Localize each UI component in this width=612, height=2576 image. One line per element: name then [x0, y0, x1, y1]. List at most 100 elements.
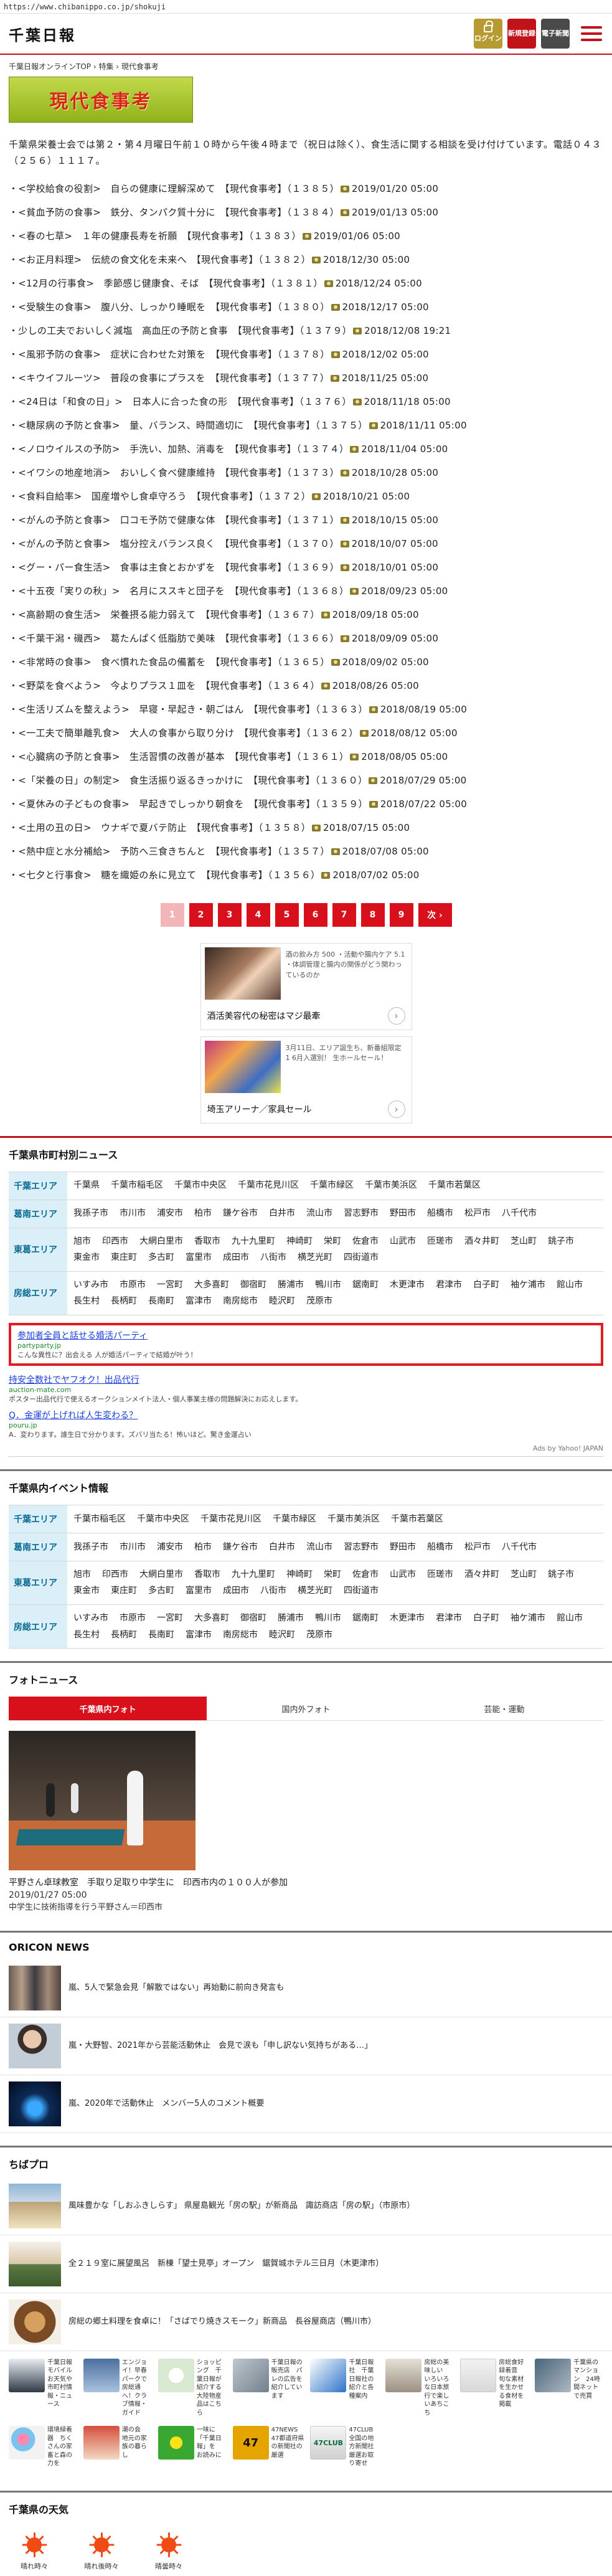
city-link[interactable]: 佐倉市 [352, 1566, 379, 1583]
city-link[interactable]: 長南町 [148, 1293, 174, 1310]
article-link[interactable]: ・<食料自給率> 国産増やし食卓守ろう 【現代食事考】（１３７２） [9, 491, 311, 502]
article-link[interactable]: ・<熱中症と水分補給> 予防へ三食きちんと 【現代食事考】（１３５７） [9, 846, 330, 857]
city-link[interactable]: 芝山町 [511, 1566, 537, 1583]
article-link[interactable]: ・<糖尿病の予防と食事> 量、バランス、時間適切に 【現代食事考】（１３７５） [9, 420, 368, 431]
city-link[interactable]: 九十九里町 [232, 1233, 275, 1250]
city-link[interactable]: 旭市 [73, 1233, 91, 1250]
city-link[interactable]: いすみ市 [73, 1610, 108, 1627]
city-link[interactable]: 大多喜町 [194, 1277, 229, 1294]
city-link[interactable]: 八千代市 [502, 1205, 537, 1222]
article-link[interactable]: ・少しの工夫でおいしく減塩 高血圧の予防と食事 【現代食事考】（１３７９） [9, 325, 352, 336]
article-item[interactable]: ・<野菜を食べよう> 今よりプラス１皿を 【現代食事考】（１３６４） 2018/0… [9, 674, 603, 698]
article-item[interactable]: ・<千葉干潟・磯西> 葛たんぱく低脂肪で美味 【現代食事考】（１３６６） 2018… [9, 627, 603, 650]
news-headline[interactable]: 風味豊かな「しおふきしらす」 県屋島観光「房の駅」が新商品 諏訪商店「房の駅」（… [68, 2200, 415, 2212]
article-item[interactable]: ・<12月の行事食> 季節感じ健康食、そば 【現代食事考】（１３８１） 2018/… [9, 272, 603, 295]
article-item[interactable]: ・<高齢期の食生活> 栄養摂る能力弱えて 【現代食事考】（１３６７） 2018/0… [9, 603, 603, 627]
service-link[interactable]: 一味に「千葉日報」を お読みに [158, 2426, 227, 2468]
city-link[interactable]: 多古町 [148, 1249, 174, 1266]
menu-icon[interactable] [580, 24, 603, 43]
article-link[interactable]: ・<一工夫で簡単離乳食> 大人の食事から取り分け 【現代食事考】（１３６２） [9, 727, 359, 739]
city-link[interactable]: 一宮町 [157, 1277, 183, 1294]
login-button[interactable]: ログイン [474, 19, 502, 49]
city-link[interactable]: 御宿町 [240, 1610, 266, 1627]
city-link[interactable]: 栄町 [324, 1566, 341, 1583]
city-link[interactable]: 千葉市稲毛区 [73, 1511, 126, 1528]
city-link[interactable]: 野田市 [390, 1539, 416, 1556]
city-link[interactable]: 九十九里町 [232, 1566, 275, 1583]
article-item[interactable]: ・<心臓病の予防と食事> 生活習慣の改善が基本 【現代食事考】（１３６１） 201… [9, 745, 603, 769]
city-link[interactable]: 銚子市 [548, 1233, 574, 1250]
city-link[interactable]: 旭市 [73, 1566, 91, 1583]
article-link[interactable]: ・<春の七草> １年の健康長寿を祈願 【現代食事考】（１３８３） [9, 230, 301, 242]
city-link[interactable]: 市川市 [120, 1539, 146, 1556]
city-link[interactable]: 野田市 [390, 1205, 416, 1222]
city-link[interactable]: 木更津市 [390, 1610, 425, 1627]
city-link[interactable]: 匝瑳市 [427, 1566, 453, 1583]
list-item[interactable]: 嵐、5人で緊急会見「解散ではない」再始動に前向き発言も [0, 1959, 612, 2017]
city-link[interactable]: 習志野市 [344, 1539, 379, 1556]
ad-card[interactable]: 酒の飲み方 500 ・活動や腸内ケア 5.1 ・体調管理と腸内の関係がどう関わっ… [200, 942, 412, 1030]
city-link[interactable]: 千葉市緑区 [273, 1511, 316, 1528]
article-link[interactable]: ・<風邪予防の食事> 症状に合わせた対策を 【現代食事考】（１３７８） [9, 349, 330, 360]
article-link[interactable]: ・<12月の行事食> 季節感じ健康食、そば 【現代食事考】（１３８１） [9, 278, 323, 289]
city-link[interactable]: 白子町 [473, 1277, 499, 1294]
news-headline[interactable]: 嵐・大野智、2021年から芸能活動休止 会見で涙も「申し訳ない気持ちがある…」 [68, 2040, 372, 2052]
city-link[interactable]: 千葉市若葉区 [391, 1511, 443, 1528]
city-link[interactable]: 印西市 [102, 1566, 128, 1583]
weather-cell[interactable]: 晴曇時々 [143, 2531, 194, 2571]
city-link[interactable]: 袖ケ浦市 [511, 1610, 545, 1627]
text-ad-title[interactable]: 持安全数社でヤフオク！出品代行 [9, 1373, 603, 1386]
city-link[interactable]: 鴨川市 [315, 1610, 341, 1627]
article-item[interactable]: ・<お正月料理> 伝統の食文化を未来へ 【現代食事考】（１３８２） 2018/12… [9, 248, 603, 272]
ads-credit[interactable]: Ads by Yahoo! JAPAN [9, 1442, 603, 1452]
article-link[interactable]: ・<お正月料理> 伝統の食文化を未来へ 【現代食事考】（１３８２） [9, 254, 311, 265]
article-item[interactable]: ・<夏休みの子どもの食事> 早起きでしっかり朝食を 【現代食事考】（１３５９） 2… [9, 792, 603, 816]
ad-card[interactable]: 3月11日、エリア誕生ち、新番組限定 1 6月入選別！ 生ホールセール！ 埼玉ア… [200, 1036, 412, 1124]
city-link[interactable]: 東金市 [73, 1249, 100, 1266]
article-link[interactable]: ・<非常時の食事> 食べ慣れた食品の備蓄を 【現代食事考】（１３６５） [9, 656, 330, 668]
article-item[interactable]: ・<「栄養の日」の制定> 食生活振り返るきっかけに 【現代食事考】（１３６０） 2… [9, 769, 603, 792]
city-link[interactable]: 茂原市 [306, 1627, 332, 1644]
city-link[interactable]: 睦沢町 [269, 1293, 295, 1310]
city-link[interactable]: 勝浦市 [278, 1610, 304, 1627]
list-item[interactable]: 風味豊かな「しおふきしらす」 県屋島観光「房の駅」が新商品 諏訪商店「房の駅」（… [0, 2177, 612, 2235]
article-link[interactable]: ・<高齢期の食生活> 栄養摂る能力弱えて 【現代食事考】（１３６７） [9, 609, 320, 620]
city-link[interactable]: 鴨川市 [315, 1277, 341, 1294]
area-label[interactable]: 東葛エリア [9, 1560, 67, 1606]
city-link[interactable]: 富津市 [186, 1293, 212, 1310]
city-link[interactable]: 市原市 [120, 1277, 146, 1294]
city-link[interactable]: 八街市 [260, 1249, 286, 1266]
article-link[interactable]: ・<「栄養の日」の制定> 食生活振り返るきっかけに 【現代食事考】（１３６０） [9, 775, 367, 786]
photo-image[interactable] [9, 1731, 195, 1871]
service-link[interactable]: 千葉日報モバイル お天気や市町村情報・ニュース [9, 2358, 78, 2418]
area-label[interactable]: 葛南エリア [9, 1199, 67, 1228]
service-link[interactable]: 千葉日報社 千葉日報社の紹介と各種案内 [310, 2358, 379, 2418]
service-link[interactable]: 房総食好録着音 旬な素材を生かせる食材を掲載 [460, 2358, 529, 2418]
breadcrumb[interactable]: 千葉日報オンラインTOP › 特集 › 現代食事考 [0, 55, 612, 75]
article-link[interactable]: ・<学校給食の役割> 自らの健康に理解深めて 【現代食事考】（１３８５） [9, 183, 339, 194]
page-1-button[interactable]: 1 [160, 902, 184, 927]
city-link[interactable]: 茂原市 [306, 1293, 332, 1310]
city-link[interactable]: 香取市 [194, 1566, 220, 1583]
city-link[interactable]: 多古町 [148, 1583, 174, 1599]
city-link[interactable]: 千葉市美浜区 [365, 1177, 417, 1194]
article-link[interactable]: ・<がんの予防と食事> 口コモ予防で健康な体 【現代食事考】（１３７１） [9, 514, 339, 526]
area-label[interactable]: 千葉エリア [9, 1504, 67, 1533]
url-bar[interactable]: https://www.chibanippo.co.jp/shokuji [0, 0, 612, 14]
article-item[interactable]: ・<生活リズムを整えよう> 早寝・早起き・朝ごはん 【現代食事考】（１３６３） 2… [9, 698, 603, 721]
city-link[interactable]: 市川市 [120, 1205, 146, 1222]
text-ad-title[interactable]: Q．金運が上げれば人生変わる？ [9, 1409, 603, 1421]
city-link[interactable]: 浦安市 [157, 1205, 183, 1222]
tab-world-photo[interactable]: 国内外フォト [207, 1697, 405, 1721]
article-link[interactable]: ・<夏休みの子どもの食事> 早起きでしっかり朝食を 【現代食事考】（１３５９） [9, 798, 368, 810]
city-link[interactable]: 我孫子市 [73, 1205, 108, 1222]
article-link[interactable]: ・<野菜を食べよう> 今よりプラス１皿を 【現代食事考】（１３６４） [9, 680, 320, 691]
article-link[interactable]: ・<がんの予防と食事> 塩分控えバランス良く 【現代食事考】（１３７０） [9, 538, 339, 549]
city-link[interactable]: 館山市 [557, 1610, 583, 1627]
city-link[interactable]: 千葉市中央区 [174, 1177, 227, 1194]
article-item[interactable]: ・<風邪予防の食事> 症状に合わせた対策を 【現代食事考】（１３７８） 2018/… [9, 343, 603, 366]
article-link[interactable]: ・<イワシの地産地消> おいしく食べ健康維持 【現代食事考】（１３７３） [9, 467, 339, 478]
service-link[interactable]: 環境緑着器 ちくさんの家畜と森の力を [9, 2426, 77, 2468]
article-item[interactable]: ・<熱中症と水分補給> 予防へ三食きちんと 【現代食事考】（１３５７） 2018/… [9, 840, 603, 863]
area-label[interactable]: 房総エリア [9, 1271, 67, 1315]
